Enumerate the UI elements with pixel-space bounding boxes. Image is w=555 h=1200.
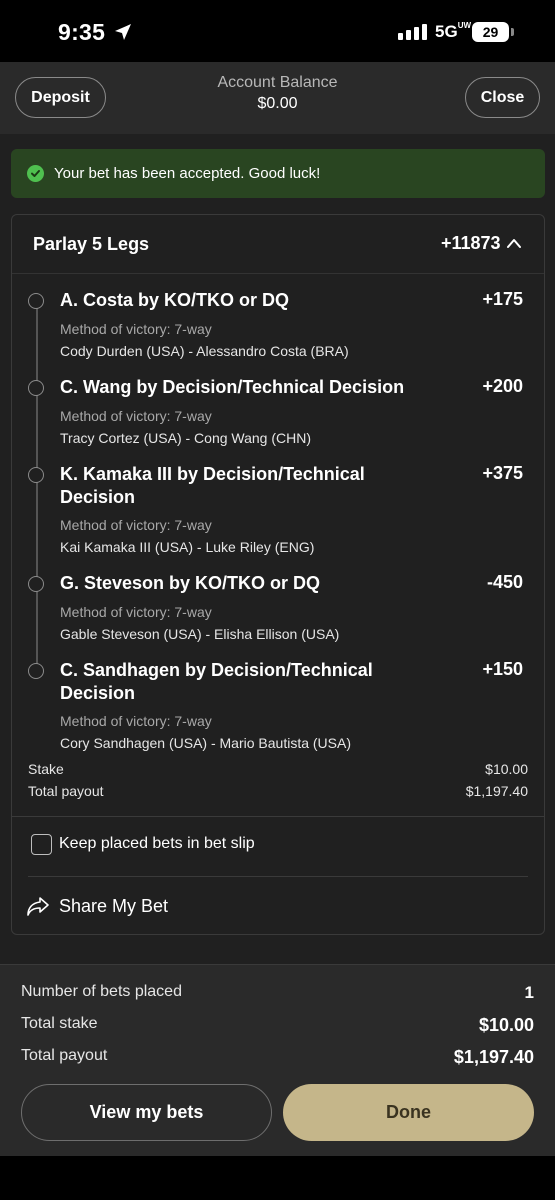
leg-event: Gable Steveson (USA) - Elisha Ellison (U…	[60, 626, 340, 642]
battery-level: 29	[482, 24, 499, 40]
payout-label: Total payout	[28, 783, 104, 799]
leg-market: Method of victory: 7-way	[60, 408, 212, 424]
leg-market: Method of victory: 7-way	[60, 604, 212, 620]
leg-selection: K. Kamaka III by Decision/Technical Deci…	[60, 464, 365, 507]
parlay-header[interactable]: Parlay 5 Legs +11873	[12, 215, 544, 273]
leg-odds: +375	[482, 463, 523, 483]
leg-event: Cody Durden (USA) - Alessandro Costa (BR…	[60, 343, 349, 359]
success-message: Your bet has been accepted. Good luck!	[54, 165, 321, 182]
total-stake-label: Total stake	[21, 1015, 98, 1032]
total-payout-value: $1,197.40	[453, 1047, 534, 1067]
bets-placed-label: Number of bets placed	[21, 983, 182, 1000]
payout-value: $1,197.40	[465, 783, 528, 799]
leg-market: Method of victory: 7-way	[60, 713, 212, 729]
leg-odds: +150	[482, 659, 523, 679]
status-bar: 9:35 5GUW 29	[0, 0, 555, 62]
parlay-card: Parlay 5 Legs +11873 A. Costa by KO/TKO …	[11, 214, 545, 935]
leg-dot-icon	[28, 576, 44, 592]
parlay-title: Parlay 5 Legs	[33, 234, 150, 254]
view-my-bets-button[interactable]: View my bets	[21, 1084, 272, 1141]
battery-icon: 29	[472, 22, 509, 42]
share-my-bet-button[interactable]: Share My Bet	[59, 896, 168, 917]
leg-odds: +175	[482, 289, 523, 309]
total-payout-label: Total payout	[21, 1047, 108, 1064]
chevron-up-icon[interactable]	[506, 237, 522, 249]
leg-selection: C. Sandhagen by Decision/Technical Decis…	[60, 660, 373, 703]
checkmark-icon	[27, 165, 44, 182]
bets-placed-value: 1	[524, 983, 534, 1002]
status-time: 9:35	[58, 19, 106, 45]
bet-confirmation: Your bet has been accepted. Good luck! P…	[0, 134, 555, 964]
success-banner: Your bet has been accepted. Good luck!	[11, 149, 545, 198]
leg-dot-icon	[28, 380, 44, 396]
network-indicator: 5GUW	[435, 21, 472, 42]
bottom-bar	[0, 1156, 555, 1200]
divider	[12, 273, 544, 274]
stake-value: $10.00	[485, 761, 528, 777]
cellular-signal-icon	[398, 24, 427, 40]
leg-selection: A. Costa by KO/TKO or DQ	[60, 290, 290, 310]
top-header: Deposit Account Balance $0.00 Close	[0, 62, 555, 134]
leg-dot-icon	[28, 663, 44, 679]
leg-selection: G. Steveson by KO/TKO or DQ	[60, 573, 321, 593]
leg-event: Tracy Cortez (USA) - Cong Wang (CHN)	[60, 430, 312, 446]
leg-odds: -450	[486, 572, 523, 592]
bet-summary-footer: Number of bets placed 1 Total stake $10.…	[0, 964, 555, 1156]
stake-label: Stake	[28, 761, 64, 777]
keep-bets-checkbox[interactable]	[31, 834, 52, 855]
leg-odds: +200	[482, 376, 523, 396]
divider	[12, 816, 544, 817]
leg-market: Method of victory: 7-way	[60, 321, 212, 337]
legs-timeline-line	[36, 307, 38, 673]
location-arrow-icon	[115, 24, 131, 40]
total-stake-value: $10.00	[478, 1015, 534, 1035]
leg-event: Cory Sandhagen (USA) - Mario Bautista (U…	[60, 735, 351, 751]
battery-nub	[511, 28, 514, 36]
leg-dot-icon	[28, 293, 44, 309]
divider	[28, 876, 528, 877]
close-button[interactable]: Close	[465, 77, 540, 118]
parlay-odds: +11873	[441, 233, 501, 253]
leg-selection: C. Wang by Decision/Technical Decision	[60, 377, 405, 397]
keep-bets-label[interactable]: Keep placed bets in bet slip	[59, 835, 255, 853]
done-button[interactable]: Done	[283, 1084, 534, 1141]
share-icon[interactable]	[26, 895, 50, 917]
leg-event: Kai Kamaka III (USA) - Luke Riley (ENG)	[60, 539, 315, 555]
leg-dot-icon	[28, 467, 44, 483]
leg-market: Method of victory: 7-way	[60, 517, 212, 533]
